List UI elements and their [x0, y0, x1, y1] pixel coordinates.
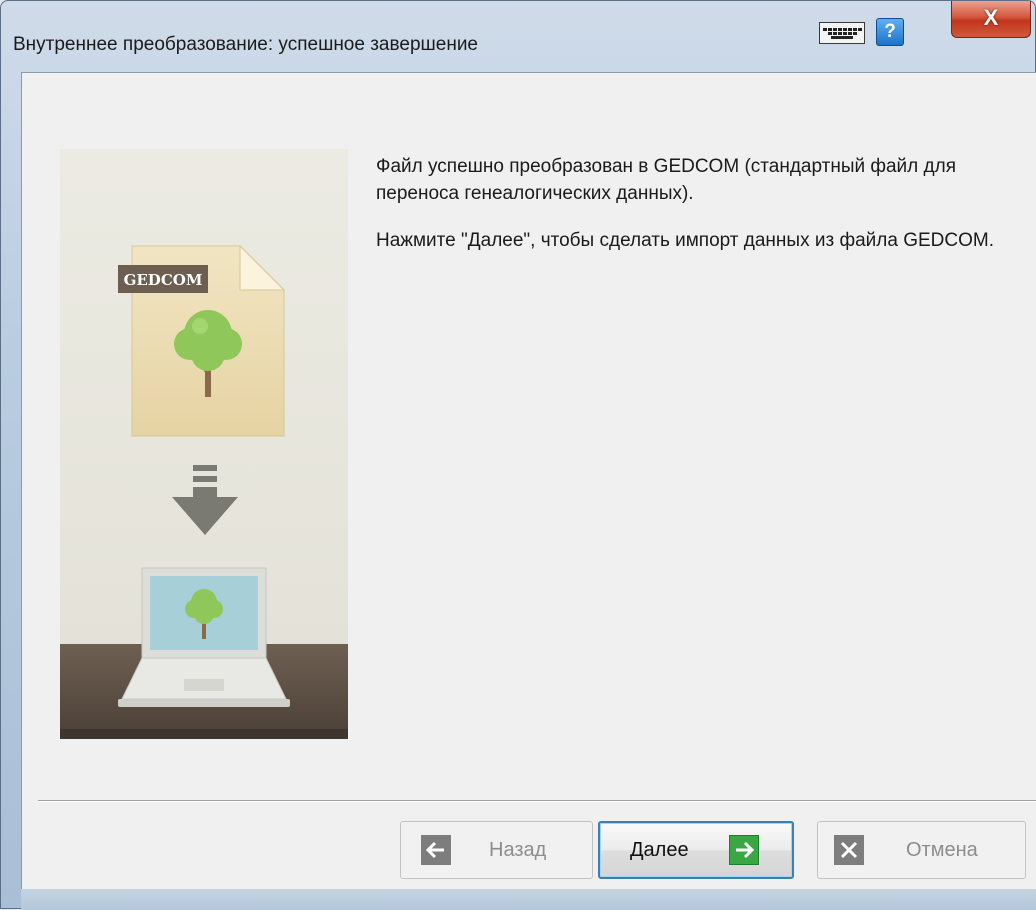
keyboard-icon[interactable] [819, 22, 865, 44]
gedcom-badge-label: GEDCOM [124, 271, 203, 289]
cancel-button-label: Отмена [906, 838, 978, 861]
back-button-label: Назад [489, 838, 547, 861]
dialog-content: GEDCOM Файл успешно преобразован в GEDCO… [21, 72, 1036, 910]
help-button[interactable]: ? [876, 18, 904, 46]
dialog-window: Внутреннее преобразование: успешное заве… [0, 0, 1036, 910]
message-text: Файл успешно преобразован в GEDCOM (стан… [376, 153, 1016, 274]
title-bar[interactable]: Внутреннее преобразование: успешное заве… [1, 1, 1035, 71]
cancel-button[interactable]: Отмена [817, 821, 1026, 879]
close-button[interactable]: X [951, 1, 1031, 38]
back-button[interactable]: Назад [400, 821, 593, 879]
gedcom-file-icon: GEDCOM [118, 244, 286, 437]
window-bottom-frame [21, 889, 1036, 910]
laptop-icon [118, 567, 290, 707]
gedcom-conversion-illustration: GEDCOM [60, 149, 348, 739]
window-title: Внутреннее преобразование: успешное заве… [13, 34, 478, 55]
success-message: Файл успешно преобразован в GEDCOM (стан… [376, 156, 957, 204]
instruction-message: Нажмите "Далее", чтобы сделать импорт да… [376, 230, 994, 251]
next-button[interactable]: Далее [598, 821, 794, 879]
arrow-left-icon [421, 835, 451, 865]
next-button-label: Далее [630, 838, 689, 861]
arrow-right-icon [728, 835, 759, 865]
x-icon [834, 835, 864, 865]
separator [38, 800, 1036, 802]
